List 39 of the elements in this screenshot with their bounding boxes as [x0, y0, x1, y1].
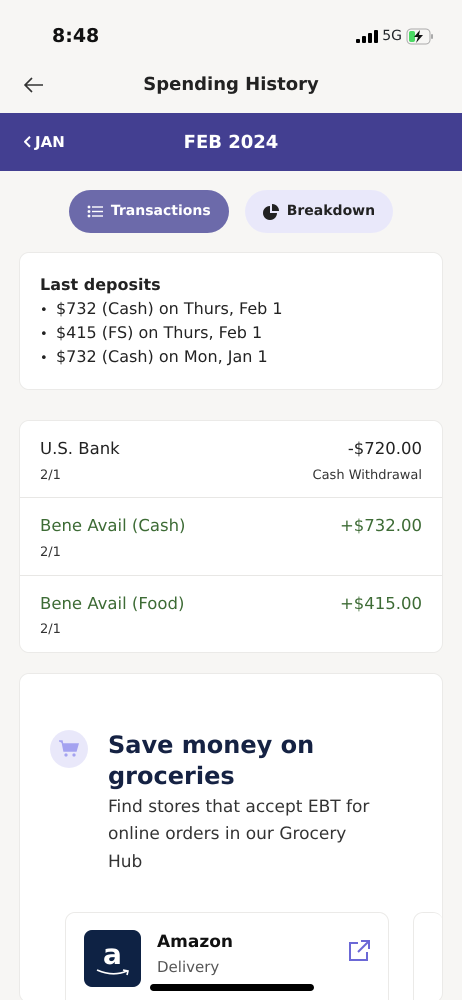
network-label: 5G	[382, 26, 402, 46]
external-link-icon[interactable]	[348, 940, 370, 962]
transaction-amount: +$415.00	[340, 592, 422, 614]
cart-icon	[50, 730, 88, 768]
back-arrow-icon[interactable]	[24, 77, 44, 93]
deposit-item: $415 (FS) on Thurs, Feb 1	[56, 322, 262, 344]
transaction-name: Bene Avail (Food)	[40, 592, 184, 614]
transaction-date: 2/1	[40, 621, 61, 640]
transaction-date: 2/1	[40, 466, 61, 485]
store-name: Amazon	[157, 930, 234, 954]
transaction-row[interactable]: U.S. Bank -$720.00 2/1 Cash Withdrawal	[20, 421, 442, 498]
pie-chart-icon	[262, 204, 279, 220]
bullet-mark: •	[40, 350, 49, 368]
promo-heading: Save money on groceries	[108, 730, 316, 792]
deposit-item: $732 (Cash) on Thurs, Feb 1	[56, 298, 283, 320]
list-icon	[86, 205, 103, 218]
chevron-left-icon	[24, 136, 31, 148]
month-title: FEB 2024	[184, 130, 278, 154]
previous-month-link[interactable]: JAN	[24, 130, 65, 154]
store-logo: a	[84, 930, 141, 987]
page-title: Spending History	[143, 73, 319, 97]
signal-icon	[356, 30, 378, 42]
transaction-amount: +$732.00	[340, 515, 422, 538]
status-time: 8:48	[52, 24, 100, 49]
deposits-title: Last deposits	[40, 274, 162, 296]
tab[interactable]: Breakdown	[244, 190, 394, 233]
transaction-row[interactable]: Bene Avail (Food) +$415.00 2/1	[20, 576, 442, 652]
store-subtitle: Delivery	[157, 958, 220, 976]
transaction-amount: -$720.00	[348, 438, 422, 460]
transaction-name: Bene Avail (Cash)	[40, 515, 186, 538]
transaction-name: U.S. Bank	[40, 438, 120, 460]
bullet-mark: •	[40, 326, 49, 344]
tab[interactable]: Transactions	[68, 190, 229, 233]
transaction-note: Cash Withdrawal	[312, 466, 422, 485]
transaction-date: 2/1	[40, 544, 61, 562]
deposit-item: $732 (Cash) on Mon, Jan 1	[56, 346, 268, 368]
promo-text: Find stores that accept EBT for online orders in our Grocery Hub	[108, 796, 370, 874]
transaction-row[interactable]: Bene Avail (Cash) +$732.00 2/1	[20, 498, 442, 576]
bullet-mark: •	[40, 302, 49, 320]
